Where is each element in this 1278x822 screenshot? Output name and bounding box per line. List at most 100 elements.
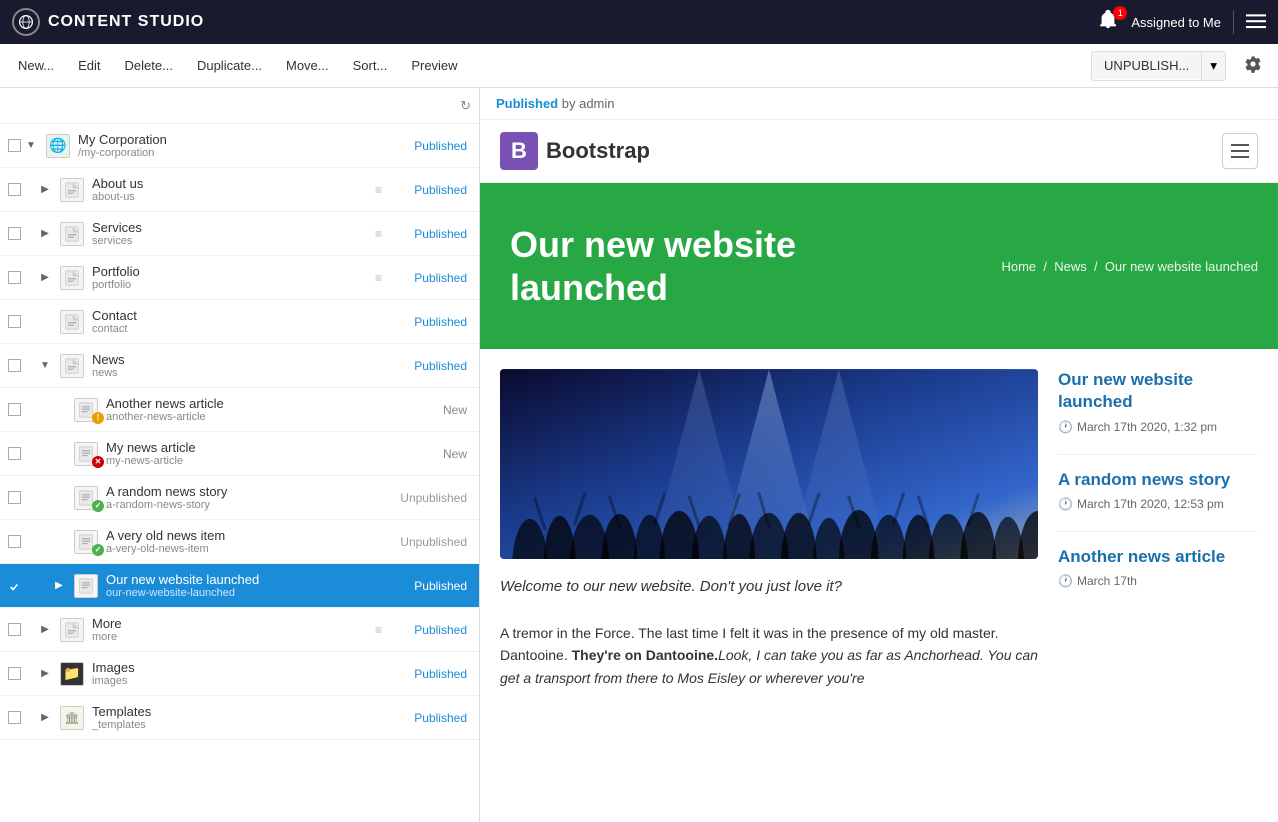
drag-handle-icon[interactable]: ≡ — [375, 623, 391, 637]
item-status-cell: Published — [395, 666, 475, 681]
drag-handle-icon[interactable]: ≡ — [375, 183, 391, 197]
tree-item-my-news[interactable]: ✕My news articlemy-news-articleNew — [0, 432, 479, 476]
sidebar-article-1-meta: 🕐 March 17th 2020, 1:32 pm — [1058, 420, 1258, 434]
sidebar-article-3-date: March 17th — [1077, 574, 1137, 588]
edit-button[interactable]: Edit — [68, 52, 110, 79]
tree-checkbox[interactable] — [8, 491, 21, 504]
item-icon-cell: ✓ — [70, 486, 102, 510]
tree-checkbox[interactable] — [8, 579, 21, 592]
tree-item-images[interactable]: ▶📁ImagesimagesPublished — [0, 652, 479, 696]
expand-button[interactable]: ▶ — [41, 272, 49, 283]
status-badge-overlay: ✕ — [92, 456, 104, 468]
item-path: portfolio — [92, 279, 375, 291]
tree-item-another-news[interactable]: !Another news articleanother-news-articl… — [0, 388, 479, 432]
item-status-label: Published — [414, 271, 467, 285]
item-text-cell: My news articlemy-news-article — [106, 440, 395, 467]
item-status-label: Published — [414, 139, 467, 153]
item-text-cell: Servicesservices — [92, 220, 375, 247]
tree-checkbox[interactable] — [8, 403, 21, 416]
tree-item-services[interactable]: ▶ Servicesservices≡ Published — [0, 212, 479, 256]
item-text-cell: Imagesimages — [92, 660, 395, 687]
tree-item-random-news[interactable]: ✓A random news storya-random-news-storyU… — [0, 476, 479, 520]
sidebar-divider-2 — [1058, 531, 1258, 532]
item-status-cell: New — [395, 402, 475, 417]
item-status-cell: Published — [395, 226, 475, 241]
tree-item-news[interactable]: ▼NewsnewsPublished — [0, 344, 479, 388]
item-status-label: Unpublished — [400, 535, 467, 549]
site-nav-toggle[interactable] — [1222, 133, 1258, 169]
drag-handle-icon[interactable]: ≡ — [375, 271, 391, 285]
tree-checkbox[interactable] — [8, 139, 21, 152]
content-tree-panel: ↻ ▼🌐My Corporation/my-corporationPublish… — [0, 88, 480, 822]
new-button[interactable]: New... — [8, 52, 64, 79]
duplicate-button[interactable]: Duplicate... — [187, 52, 272, 79]
preview-button[interactable]: Preview — [401, 52, 467, 79]
move-button[interactable]: Move... — [276, 52, 339, 79]
bootstrap-brand-name: Bootstrap — [546, 138, 650, 164]
item-status-label: Published — [414, 711, 467, 725]
item-path: images — [92, 675, 395, 687]
page-icon — [60, 618, 84, 642]
tree-checkbox[interactable] — [8, 667, 21, 680]
sidebar-divider-1 — [1058, 454, 1258, 455]
tree-item-about-us[interactable]: ▶About usabout-us≡Published — [0, 168, 479, 212]
tree-checkbox[interactable] — [8, 623, 21, 636]
article-main: Welcome to our new website. Don't you ju… — [500, 369, 1038, 689]
expand-button[interactable]: ▶ — [55, 580, 63, 591]
settings-button[interactable] — [1236, 49, 1270, 82]
expand-button[interactable]: ▶ — [41, 668, 49, 679]
tree-item-more[interactable]: ▶Moremore≡Published — [0, 608, 479, 652]
item-path: about-us — [92, 191, 375, 203]
tree-checkbox[interactable] — [8, 271, 21, 284]
item-icon-cell — [56, 178, 88, 202]
assigned-to-me-button[interactable]: 1 Assigned to Me — [1097, 8, 1221, 36]
sidebar-article-3-meta: 🕐 March 17th — [1058, 574, 1258, 588]
app-logo: CONTENT STUDIO — [12, 8, 204, 36]
tree-item-templates[interactable]: ▶🏛Templates_templatesPublished — [0, 696, 479, 740]
expand-button[interactable]: ▼ — [26, 140, 36, 151]
status-badge-overlay: ✓ — [92, 544, 104, 556]
tree-checkbox[interactable] — [8, 227, 21, 240]
notification-icon: 1 — [1097, 8, 1125, 36]
sort-button[interactable]: Sort... — [343, 52, 398, 79]
checkbox-cell — [4, 227, 24, 240]
tree-item-my-corporation[interactable]: ▼🌐My Corporation/my-corporationPublished — [0, 124, 479, 168]
item-icon-cell — [56, 266, 88, 290]
app-title: CONTENT STUDIO — [48, 13, 204, 31]
sidebar-article-2-title[interactable]: A random news story — [1058, 469, 1258, 491]
tree-checkbox[interactable] — [8, 711, 21, 724]
item-name: Portfolio — [92, 264, 375, 279]
item-text-cell: Contactcontact — [92, 308, 395, 335]
item-path: /my-corporation — [78, 147, 395, 159]
tree-checkbox[interactable] — [8, 359, 21, 372]
item-status-cell: Unpublished — [395, 490, 475, 505]
tree-item-our-new-website[interactable]: ▶Our new website launchedour-new-website… — [0, 564, 479, 608]
unpublish-button[interactable]: UNPUBLISH... — [1092, 52, 1201, 79]
tree-checkbox[interactable] — [8, 315, 21, 328]
item-name: Services — [92, 220, 375, 235]
unpublish-dropdown-button[interactable]: ▾ — [1201, 52, 1225, 80]
item-name: More — [92, 616, 375, 631]
tree-item-old-news[interactable]: ✓A very old news itema-very-old-news-ite… — [0, 520, 479, 564]
drag-handle-icon[interactable]: ≡ — [375, 227, 391, 241]
sidebar-article-3-title[interactable]: Another news article — [1058, 546, 1258, 568]
item-text-cell: A very old news itema-very-old-news-item — [106, 528, 395, 555]
sidebar-article-1-title[interactable]: Our new website launched — [1058, 369, 1258, 413]
tree-item-contact[interactable]: ContactcontactPublished — [0, 300, 479, 344]
delete-button[interactable]: Delete... — [115, 52, 183, 79]
menu-hamburger-button[interactable] — [1246, 11, 1266, 34]
tree-item-portfolio[interactable]: ▶ Portfolioportfolio≡ Published — [0, 256, 479, 300]
checkbox-cell — [4, 711, 24, 724]
refresh-icon[interactable]: ↻ — [460, 98, 471, 114]
preview-content-area[interactable]: B Bootstrap Our new website launched Hom… — [480, 120, 1278, 822]
expand-button[interactable]: ▶ — [41, 712, 49, 723]
item-path: more — [92, 631, 375, 643]
tree-checkbox[interactable] — [8, 535, 21, 548]
tree-checkbox[interactable] — [8, 183, 21, 196]
item-path: a-very-old-news-item — [106, 543, 395, 555]
expand-button[interactable]: ▼ — [40, 360, 50, 371]
expand-button[interactable]: ▶ — [41, 184, 49, 195]
tree-checkbox[interactable] — [8, 447, 21, 460]
expand-button[interactable]: ▶ — [41, 624, 49, 635]
expand-button[interactable]: ▶ — [41, 228, 49, 239]
